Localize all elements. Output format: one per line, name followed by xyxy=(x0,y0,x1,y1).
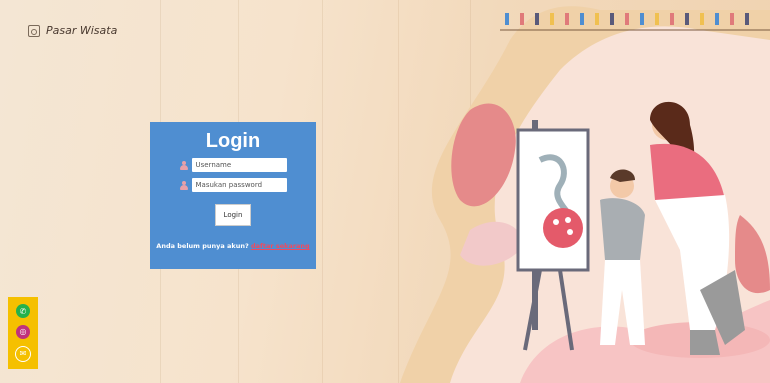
instagram-icon[interactable]: ◎ xyxy=(16,324,30,339)
whatsapp-icon[interactable]: ✆ xyxy=(16,304,30,319)
signup-prompt: Anda belum punya akun? daftar sekarang xyxy=(156,242,309,250)
signup-link[interactable]: daftar sekarang xyxy=(251,242,310,250)
password-input[interactable] xyxy=(191,178,287,192)
hero-illustration xyxy=(400,6,770,383)
password-row xyxy=(179,178,287,192)
email-icon[interactable]: ✉ xyxy=(15,345,31,362)
username-input[interactable] xyxy=(191,158,287,172)
user-icon xyxy=(179,180,188,190)
username-row xyxy=(179,158,287,172)
user-icon xyxy=(179,160,188,170)
brand-name: Pasar Wisata xyxy=(46,24,118,37)
login-card: Login Login Anda belum punya akun? dafta… xyxy=(150,122,316,269)
signup-prompt-text: Anda belum punya akun? xyxy=(156,242,249,250)
brand[interactable]: Pasar Wisata xyxy=(28,24,117,37)
login-button[interactable]: Login xyxy=(215,204,251,226)
login-title: Login xyxy=(205,130,261,152)
house-icon xyxy=(28,24,40,37)
social-bar: ✆ ◎ ✉ xyxy=(8,297,38,369)
